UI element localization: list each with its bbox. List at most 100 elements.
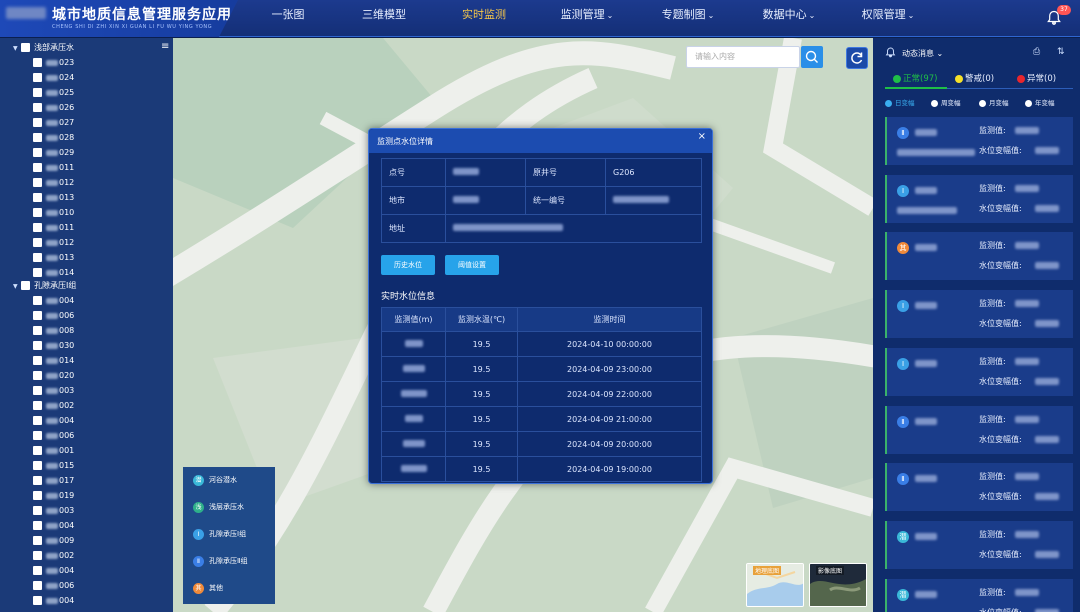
legend-item[interactable]: Ⅰ 孔隙承压Ⅰ组 xyxy=(193,527,246,541)
checkbox[interactable] xyxy=(33,58,42,67)
tree-item[interactable]: 004 xyxy=(33,594,74,608)
tree-item[interactable]: 002 xyxy=(33,399,74,413)
checkbox[interactable] xyxy=(33,73,42,82)
checkbox[interactable] xyxy=(33,416,42,425)
period-radio[interactable]: 周变幅 xyxy=(931,97,961,107)
tree-item[interactable]: 030 xyxy=(33,339,74,353)
monitor-message-card[interactable]: 潜 监测值: 水位变幅值: xyxy=(885,578,1073,612)
tree-item[interactable]: 003 xyxy=(33,384,74,398)
tree-item[interactable]: 011 xyxy=(33,221,74,235)
nav-tab-monitoring-management[interactable]: 监测管理 ⌄ xyxy=(554,0,620,30)
threshold-setting-button[interactable]: 阈值设置 xyxy=(445,255,499,275)
checkbox[interactable] xyxy=(33,148,42,157)
checkbox[interactable] xyxy=(33,581,42,590)
checkbox[interactable] xyxy=(33,386,42,395)
tree-item[interactable]: 003 xyxy=(33,504,74,518)
checkbox[interactable] xyxy=(33,431,42,440)
checkbox[interactable] xyxy=(33,208,42,217)
checkbox[interactable] xyxy=(33,506,42,515)
nav-tab-data-center[interactable]: 数据中心 ⌄ xyxy=(756,0,822,30)
nav-tab-3d-model[interactable]: 三维模型 xyxy=(358,0,410,30)
close-icon[interactable]: × xyxy=(698,131,706,142)
checkbox[interactable] xyxy=(33,163,42,172)
tree-item[interactable]: 004 xyxy=(33,414,74,428)
checkbox[interactable] xyxy=(33,118,42,127)
legend-item[interactable]: 其其他 xyxy=(193,581,223,595)
checkbox[interactable] xyxy=(33,566,42,575)
checkbox[interactable] xyxy=(33,178,42,187)
checkbox[interactable] xyxy=(33,446,42,455)
tree-item[interactable]: 011 xyxy=(33,161,74,175)
tree-item[interactable]: 020 xyxy=(33,369,74,383)
search-button[interactable] xyxy=(801,46,823,68)
history-water-level-button[interactable]: 历史水位 xyxy=(381,255,435,275)
tree-item[interactable]: 006 xyxy=(33,579,74,593)
checkbox[interactable] xyxy=(33,238,42,247)
monitor-message-card[interactable]: Ⅱ 监测值: 水位变幅值: xyxy=(885,117,1073,165)
checkbox[interactable] xyxy=(21,43,30,52)
legend-item[interactable]: Ⅱ 孔隙承压Ⅱ组 xyxy=(193,554,247,568)
checkbox[interactable] xyxy=(33,371,42,380)
tree-item[interactable]: 028 xyxy=(33,131,74,145)
checkbox[interactable] xyxy=(33,551,42,560)
tree-item[interactable]: 009 xyxy=(33,534,74,548)
monitor-message-card[interactable]: Ⅰ 监测值: 水位变幅值: xyxy=(885,174,1073,223)
checkbox[interactable] xyxy=(33,268,42,277)
search-input[interactable]: 请输入内容 xyxy=(686,46,800,68)
nav-tab-permission-management[interactable]: 权限管理 ⌄ xyxy=(855,0,921,30)
period-radio[interactable]: 月变幅 xyxy=(979,97,1009,107)
export-icon[interactable]: ⎙ xyxy=(1033,47,1040,57)
monitor-message-card[interactable]: Ⅱ 监测值: 水位变幅值: xyxy=(885,405,1073,454)
tree-item[interactable]: 029 xyxy=(33,146,74,160)
refresh-button[interactable] xyxy=(846,47,868,69)
checkbox[interactable] xyxy=(33,311,42,320)
basemap-image-thumbnail[interactable]: 影像底图 xyxy=(809,563,867,607)
tree-item[interactable]: 004 xyxy=(33,294,74,308)
tree-item[interactable]: 012 xyxy=(33,236,74,250)
legend-item[interactable]: 浅浅层承压水 xyxy=(193,500,244,514)
tree-item[interactable]: 008 xyxy=(33,324,74,338)
tree-item[interactable]: 006 xyxy=(33,309,74,323)
tree-group-shallow-confined[interactable]: ▼ 浅部承压水 xyxy=(13,41,74,55)
menu-icon[interactable]: ≡ xyxy=(161,41,169,52)
tab-normal[interactable]: 正常(97) xyxy=(893,72,937,84)
checkbox[interactable] xyxy=(33,341,42,350)
checkbox[interactable] xyxy=(33,491,42,500)
tree-item[interactable]: 026 xyxy=(33,101,74,115)
tree-item[interactable]: 004 xyxy=(33,564,74,578)
checkbox[interactable] xyxy=(33,88,42,97)
period-radio[interactable]: 日变幅 xyxy=(885,97,915,107)
tree-item[interactable]: 001 xyxy=(33,444,74,458)
tree-item[interactable]: 024 xyxy=(33,71,74,85)
monitor-message-card[interactable]: Ⅰ 监测值: 水位变幅值: xyxy=(885,347,1073,396)
tree-item[interactable]: 017 xyxy=(33,474,74,488)
checkbox[interactable] xyxy=(33,193,42,202)
tree-item[interactable]: 013 xyxy=(33,251,74,265)
tree-item[interactable]: 027 xyxy=(33,116,74,130)
checkbox[interactable] xyxy=(33,223,42,232)
tree-item[interactable]: 019 xyxy=(33,489,74,503)
tree-item[interactable]: 015 xyxy=(33,459,74,473)
dynamic-message-title[interactable]: 动态消息 ⌄ xyxy=(902,48,943,59)
tree-item[interactable]: 002 xyxy=(33,549,74,563)
tab-abnormal[interactable]: 异常(0) xyxy=(1017,72,1056,84)
filter-icon[interactable]: ⇅ xyxy=(1057,47,1065,57)
tree-item[interactable]: 012 xyxy=(33,176,74,190)
legend-item[interactable]: 潜河谷潜水 xyxy=(193,473,237,487)
checkbox[interactable] xyxy=(33,461,42,470)
tree-item[interactable]: 013 xyxy=(33,191,74,205)
nav-tab-thematic-mapping[interactable]: 专题制图 ⌄ xyxy=(655,0,721,30)
period-radio[interactable]: 年变幅 xyxy=(1025,97,1055,107)
checkbox[interactable] xyxy=(33,521,42,530)
nav-tab-realtime-monitoring[interactable]: 实时监测 xyxy=(458,0,510,30)
checkbox[interactable] xyxy=(33,253,42,262)
tree-item[interactable]: 010 xyxy=(33,206,74,220)
monitor-message-card[interactable]: Ⅱ 监测值: 水位变幅值: xyxy=(885,463,1073,512)
tree-item[interactable]: 014 xyxy=(33,354,74,368)
checkbox[interactable] xyxy=(33,476,42,485)
tree-item[interactable]: 014 xyxy=(33,266,74,280)
checkbox[interactable] xyxy=(33,401,42,410)
nav-tab-overview-map[interactable]: 一张图 xyxy=(262,0,314,30)
checkbox[interactable] xyxy=(33,356,42,365)
monitor-message-card[interactable]: 其 监测值: 水位变幅值: xyxy=(885,232,1073,281)
